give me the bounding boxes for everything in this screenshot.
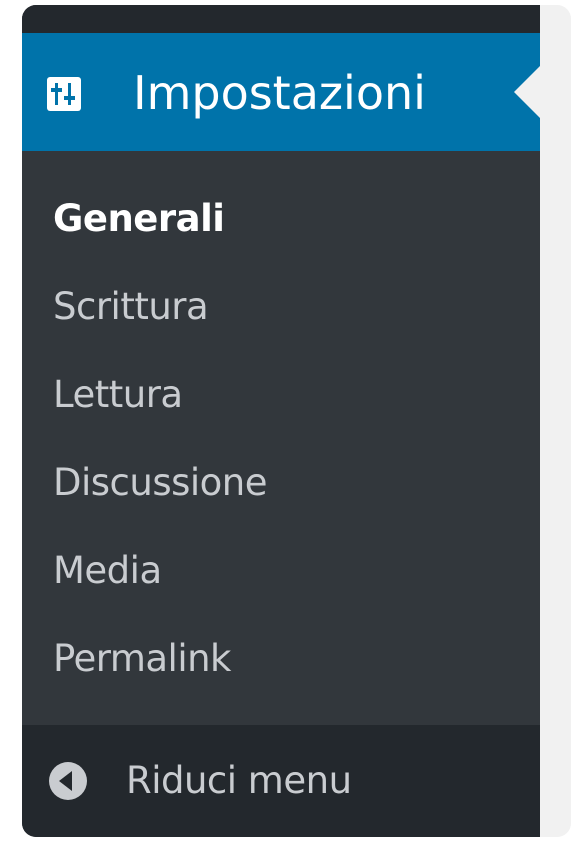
menu-item-settings[interactable]: Impostazioni (22, 33, 541, 151)
menu-item-settings-label: Impostazioni (133, 66, 426, 120)
admin-sidebar-menu: Impostazioni Generali Scrittura Lettura … (22, 5, 541, 837)
submenu-item-permalink[interactable]: Permalink (53, 631, 231, 687)
collapse-menu-button[interactable]: Riduci menu (22, 725, 540, 837)
submenu-item-reading[interactable]: Lettura (53, 367, 183, 423)
current-menu-arrow (514, 65, 541, 119)
submenu-item-discussion[interactable]: Discussione (53, 455, 268, 511)
collapse-menu-label: Riduci menu (126, 759, 352, 802)
submenu-item-general[interactable]: Generali (53, 191, 225, 247)
submenu-item-writing[interactable]: Scrittura (53, 279, 209, 335)
collapse-left-icon (48, 761, 88, 801)
settings-sliders-icon (47, 77, 81, 111)
menu-top-strip (22, 5, 540, 33)
submenu-item-media[interactable]: Media (53, 543, 162, 599)
content-area-edge (540, 5, 571, 837)
admin-menu-frame: Impostazioni Generali Scrittura Lettura … (22, 5, 571, 837)
